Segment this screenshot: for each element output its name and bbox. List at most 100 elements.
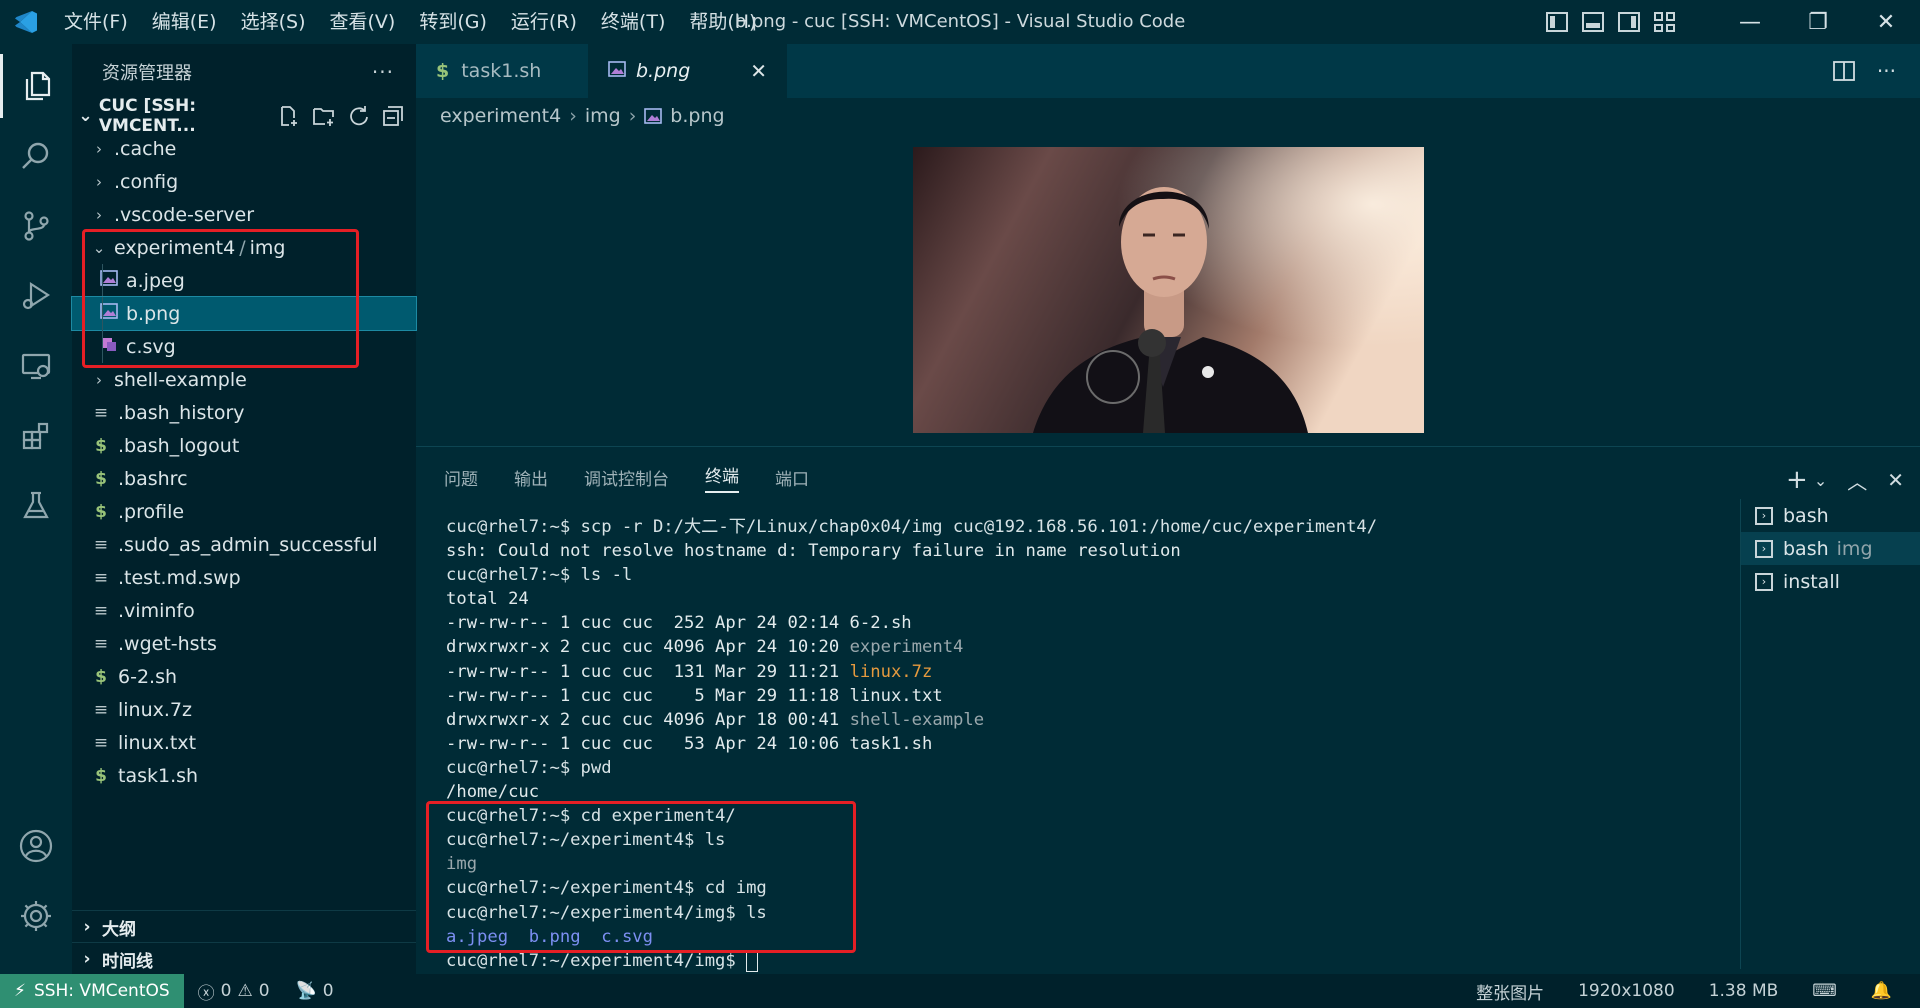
shell-file-icon: $ xyxy=(95,765,107,786)
shell-file-icon: $ xyxy=(95,666,107,687)
tree-item-label: .vscode-server xyxy=(114,203,255,226)
workspace-section-header[interactable]: ⌄ CUC [SSH: VMCENT... xyxy=(72,96,416,136)
tree-item[interactable]: ≡ linux.txt xyxy=(72,726,416,759)
terminal-text: total 24 xyxy=(446,589,529,610)
tab-task1-sh[interactable]: $ task1.sh xyxy=(416,44,588,98)
tree-item-label: .sudo_as_admin_successful xyxy=(118,533,378,556)
search-icon[interactable] xyxy=(0,124,72,188)
terminal-line: cuc@rhel7:~/experiment4$ cd img xyxy=(446,876,1486,900)
tree-item[interactable]: $ .bashrc xyxy=(72,462,416,495)
customize-layout-icon[interactable] xyxy=(1654,12,1676,32)
tree-item[interactable]: ≡ .test.md.swp xyxy=(72,561,416,594)
remote-indicator[interactable]: ⚡ SSH: VMCentOS xyxy=(0,974,184,1008)
tab-terminal[interactable]: 终端 xyxy=(705,462,739,493)
tree-item[interactable]: ≡ .viminfo xyxy=(72,594,416,627)
close-panel-icon[interactable]: ✕ xyxy=(1887,468,1904,492)
breadcrumb-item[interactable]: b.png xyxy=(670,105,724,127)
terminal-text: experiment4 xyxy=(849,637,964,658)
menu-item[interactable]: 终端(T) xyxy=(589,0,677,44)
text-file-icon: ≡ xyxy=(93,633,109,654)
tab-b-png[interactable]: b.png ✕ xyxy=(588,44,788,98)
tab-ports[interactable]: 端口 xyxy=(775,465,809,490)
tree-item[interactable]: $ .profile xyxy=(72,495,416,528)
more-actions-icon[interactable]: ··· xyxy=(372,60,394,84)
terminal-text: linux.7z xyxy=(849,661,933,682)
menu-item[interactable]: 查看(V) xyxy=(318,0,408,44)
new-file-icon[interactable] xyxy=(278,105,300,127)
toggle-secondary-sidebar-icon[interactable] xyxy=(1618,12,1640,32)
terminal-instance[interactable]: › bash xyxy=(1741,499,1920,532)
menu-item[interactable]: 转到(G) xyxy=(407,0,499,44)
source-control-icon[interactable] xyxy=(0,194,72,258)
terminal-line: -rw-rw-r-- 1 cuc cuc 252 Apr 24 02:14 6-… xyxy=(446,611,1486,635)
maximize-panel-chevron-up-icon[interactable]: ︿ xyxy=(1847,466,1867,495)
menu-item[interactable]: 编辑(E) xyxy=(140,0,229,44)
tree-item[interactable]: ≡ .bash_history xyxy=(72,396,416,429)
terminal-text: ssh: Could not resolve hostname d: Tempo… xyxy=(446,541,1181,562)
editor-more-actions-icon[interactable]: ··· xyxy=(1877,59,1896,83)
shell-file-icon: $ xyxy=(95,435,107,456)
testing-icon[interactable] xyxy=(0,474,72,538)
tree-item[interactable]: › shell-example xyxy=(72,363,416,396)
feedback-icon[interactable]: ⌨ xyxy=(1812,981,1837,1001)
timeline-section-header[interactable]: › 时间线 xyxy=(72,942,416,975)
terminal-line: -rw-rw-r-- 1 cuc cuc 131 Mar 29 11:21 li… xyxy=(446,660,1486,684)
status-bar: ⚡ SSH: VMCentOS ⓧ 0 ⚠ 0 📡 0 整张图片 1920x10… xyxy=(0,974,1920,1008)
tree-item[interactable]: › .config xyxy=(72,165,416,198)
tree-item[interactable]: $6-2.sh xyxy=(72,660,416,693)
toggle-panel-icon[interactable] xyxy=(1582,12,1604,32)
tree-item[interactable]: b.png xyxy=(71,296,417,331)
refresh-icon[interactable] xyxy=(348,105,370,127)
image-zoom-mode[interactable]: 整张图片 xyxy=(1476,979,1544,1004)
notifications-bell-icon[interactable]: 🔔 xyxy=(1871,981,1892,1001)
chevron-right-icon: › xyxy=(628,105,637,127)
breadcrumb-item[interactable]: experiment4 xyxy=(440,105,561,127)
breadcrumb-item[interactable]: img xyxy=(585,105,621,127)
collapse-all-icon[interactable] xyxy=(382,105,404,127)
menu-item[interactable]: 帮助(H) xyxy=(677,0,768,44)
tree-item[interactable]: $ task1.sh xyxy=(72,759,416,792)
chevron-down-icon: ⌄ xyxy=(78,106,93,126)
extensions-icon[interactable] xyxy=(0,404,72,468)
tree-item-label: experiment4 xyxy=(114,236,236,259)
remote-explorer-icon[interactable] xyxy=(0,334,72,398)
ports-indicator[interactable]: 📡 0 xyxy=(296,981,334,1001)
chevron-down-icon[interactable]: ⌄ xyxy=(1814,471,1827,490)
tree-item[interactable]: ⌄ experiment4/img xyxy=(72,231,416,264)
new-folder-icon[interactable] xyxy=(312,105,336,127)
toggle-primary-sidebar-icon[interactable] xyxy=(1546,12,1568,32)
settings-gear-icon[interactable] xyxy=(0,884,72,948)
tab-output[interactable]: 输出 xyxy=(514,465,548,490)
tree-item[interactable]: ≡ linux.7z xyxy=(72,693,416,726)
problems-indicator[interactable]: ⓧ 0 ⚠ 0 xyxy=(198,979,270,1004)
tree-item[interactable]: $ .bash_logout xyxy=(72,429,416,462)
tree-item[interactable]: ≡ .sudo_as_admin_successful xyxy=(72,528,416,561)
menu-item[interactable]: 选择(S) xyxy=(229,0,318,44)
run-debug-icon[interactable] xyxy=(0,264,72,328)
tree-item[interactable]: › .cache xyxy=(72,132,416,165)
outline-section-header[interactable]: › 大纲 xyxy=(72,910,416,943)
terminal-instance[interactable]: › bash img xyxy=(1741,532,1920,565)
terminal-text: cuc@rhel7:~/experiment4/img$ xyxy=(446,950,747,971)
close-tab-icon[interactable]: ✕ xyxy=(750,59,767,83)
split-editor-icon[interactable] xyxy=(1833,61,1855,81)
terminal-instance[interactable]: › install xyxy=(1741,565,1920,598)
accounts-icon[interactable] xyxy=(0,814,72,878)
tree-item[interactable]: a.jpeg xyxy=(72,264,416,297)
terminal-text: cuc@rhel7:~$ scp -r D:/大二-下/Linux/chap0x… xyxy=(446,517,1378,537)
restore-button[interactable]: ❐ xyxy=(1784,0,1852,44)
tab-problems[interactable]: 问题 xyxy=(444,465,478,490)
menu-item[interactable]: 运行(R) xyxy=(499,0,589,44)
terminal-output[interactable]: cuc@rhel7:~$ scp -r D:/大二-下/Linux/chap0x… xyxy=(446,515,1486,973)
text-file-icon: ≡ xyxy=(93,534,109,555)
menu-item[interactable]: 文件(F) xyxy=(52,0,140,44)
tree-item[interactable]: › .vscode-server xyxy=(72,198,416,231)
explorer-icon[interactable] xyxy=(0,54,72,118)
tab-debug-console[interactable]: 调试控制台 xyxy=(584,465,669,490)
tree-item[interactable]: c.svg xyxy=(72,330,416,363)
error-count: 0 xyxy=(220,981,232,1001)
minimize-button[interactable]: — xyxy=(1716,0,1784,44)
close-window-button[interactable]: ✕ xyxy=(1852,0,1920,44)
new-terminal-plus-icon[interactable]: + xyxy=(1786,465,1808,495)
tree-item[interactable]: ≡ .wget-hsts xyxy=(72,627,416,660)
